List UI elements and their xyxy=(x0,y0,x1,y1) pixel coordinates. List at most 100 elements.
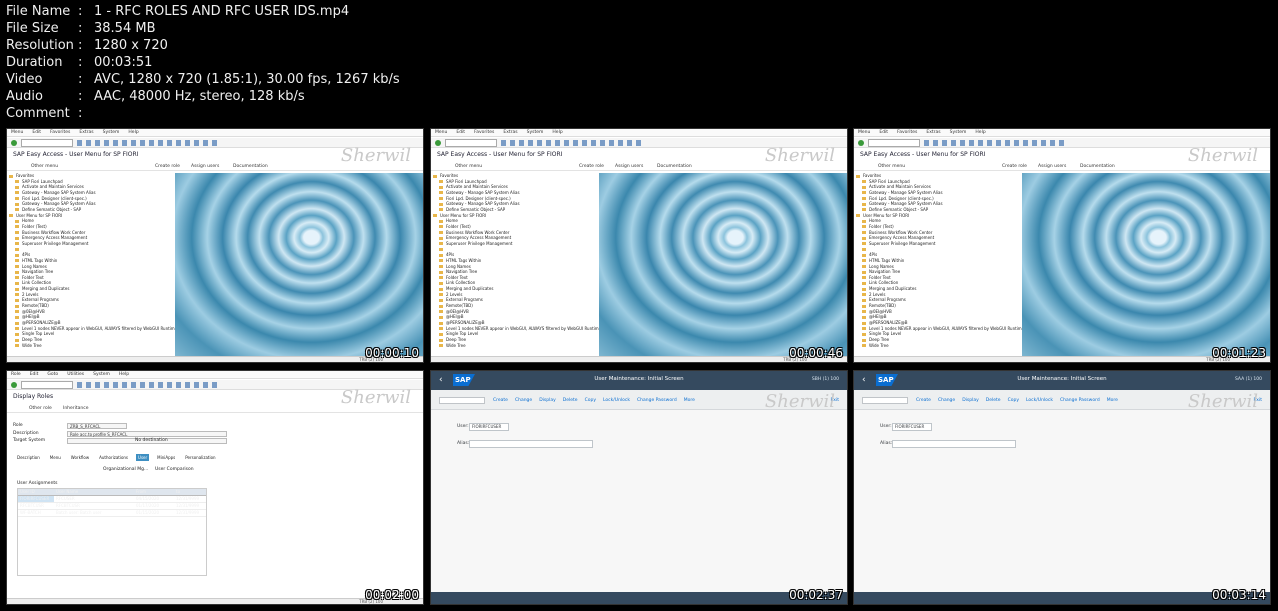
tree-node[interactable]: Wide Tree xyxy=(856,343,1022,349)
tab[interactable]: Menu xyxy=(48,454,63,461)
table-cell[interactable]: WF-BATCH xyxy=(18,510,54,516)
action-button[interactable]: Change Password xyxy=(637,398,677,403)
action-button[interactable]: More xyxy=(1107,398,1118,403)
action-button[interactable]: Copy xyxy=(1008,398,1019,403)
action-button[interactable]: Display xyxy=(539,398,556,403)
video-thumbnail[interactable]: ‹ SAP User Maintenance: Initial Screen SAA … xyxy=(853,370,1271,605)
menu-item[interactable]: Utilities xyxy=(67,372,84,377)
command-field[interactable] xyxy=(445,139,497,147)
action-button[interactable]: Create xyxy=(493,398,508,403)
app-action[interactable]: Other role xyxy=(29,406,52,411)
menu-item[interactable]: Role xyxy=(11,372,21,377)
command-field[interactable] xyxy=(21,139,73,147)
app-action[interactable]: Other menu xyxy=(31,164,58,169)
table-cell[interactable]: RFCBTCUSR xyxy=(18,503,54,509)
ok-icon[interactable] xyxy=(858,140,864,146)
table-cell[interactable]: RFCUSER xyxy=(54,496,134,502)
menu-item[interactable]: Favorites xyxy=(50,130,70,135)
variant-dropdown[interactable] xyxy=(439,397,485,404)
app-action[interactable]: Other menu xyxy=(455,164,482,169)
menu-item[interactable]: System xyxy=(93,372,110,377)
menu-item[interactable]: Favorites xyxy=(474,130,494,135)
field-value[interactable]: Role acc.to profile S_RFCACL xyxy=(67,431,227,437)
tab[interactable]: MiniApps xyxy=(155,454,177,461)
table-cell[interactable]: 01/17/2020 xyxy=(134,503,174,509)
menu-item[interactable]: Help xyxy=(552,130,562,135)
ok-icon[interactable] xyxy=(11,140,17,146)
alias-input[interactable] xyxy=(469,440,593,448)
app-action[interactable]: Documentation xyxy=(657,164,692,169)
video-thumbnail[interactable]: Menu Edit Favorites Extras System Help SAP Eas… xyxy=(853,128,1271,363)
action-button[interactable]: Delete xyxy=(986,398,1001,403)
table-cell[interactable]: Batch user: Batch user xyxy=(54,510,134,516)
action-button[interactable]: Change xyxy=(938,398,955,403)
table-cell[interactable]: 12/31/9999 xyxy=(174,496,204,502)
tab[interactable]: Description xyxy=(15,454,42,461)
menu-item[interactable]: Menu xyxy=(11,130,23,135)
tab[interactable]: Authorizations xyxy=(97,454,130,461)
menu-item[interactable]: Menu xyxy=(435,130,447,135)
menu-item[interactable]: Menu xyxy=(858,130,870,135)
menu-item[interactable]: Edit xyxy=(879,130,888,135)
app-action[interactable]: Documentation xyxy=(1080,164,1115,169)
table-row[interactable]: FIORIRFCUSER RFCUSER 04/15/2020 12/31/9999 xyxy=(18,496,206,503)
app-action[interactable]: Create role xyxy=(579,164,604,169)
ok-icon[interactable] xyxy=(435,140,441,146)
tab[interactable]: Personalization xyxy=(183,454,217,461)
menu-item[interactable]: Help xyxy=(119,372,129,377)
menu-item[interactable]: System xyxy=(527,130,544,135)
table-row[interactable]: RFCBTCUSR RFCBTCUSR 01/17/2020 12/31/9999 xyxy=(18,503,206,510)
video-thumbnail[interactable]: ‹ SAP User Maintenance: Initial Screen SBH … xyxy=(430,370,848,605)
command-field[interactable] xyxy=(868,139,920,147)
table-cell[interactable]: 04/15/2020 xyxy=(134,496,174,502)
video-thumbnail[interactable]: Role Edit Goto Utilities System Help Display R… xyxy=(6,370,424,605)
action-button[interactable]: Lock/Unlock xyxy=(1026,398,1053,403)
app-action[interactable]: Inheritance xyxy=(63,406,89,411)
action-button[interactable]: Copy xyxy=(585,398,596,403)
app-action[interactable]: Documentation xyxy=(233,164,268,169)
action-button[interactable]: Change Password xyxy=(1060,398,1100,403)
action-button[interactable]: Lock/Unlock xyxy=(603,398,630,403)
video-thumbnail[interactable]: Menu Edit Favorites Extras System Help SAP Eas… xyxy=(430,128,848,363)
tab[interactable]: User xyxy=(136,454,150,461)
command-field[interactable] xyxy=(21,381,73,389)
no-destination-checkbox[interactable]: No destination xyxy=(135,438,168,443)
menu-item[interactable]: Edit xyxy=(30,372,39,377)
toolbar-icons[interactable] xyxy=(501,140,641,146)
menu-item[interactable]: Extras xyxy=(503,130,517,135)
app-action[interactable]: Other menu xyxy=(878,164,905,169)
menu-item[interactable]: System xyxy=(950,130,967,135)
tree-node[interactable]: Wide Tree xyxy=(433,343,599,349)
table-cell[interactable]: 01/15/2020 xyxy=(134,510,174,516)
table-cell[interactable]: FIORIRFCUSER xyxy=(18,496,54,502)
action-button[interactable]: More xyxy=(684,398,695,403)
sub-button[interactable]: Organizational Mg... xyxy=(103,467,148,472)
app-action[interactable]: Create role xyxy=(155,164,180,169)
tab[interactable]: Workflow xyxy=(69,454,91,461)
menu-item[interactable]: Help xyxy=(975,130,985,135)
action-button[interactable]: Delete xyxy=(563,398,578,403)
app-action[interactable]: Assign users xyxy=(615,164,643,169)
table-cell[interactable]: 12/31/9999 xyxy=(174,510,204,516)
toolbar-icons[interactable] xyxy=(77,382,217,388)
menu-item[interactable]: Edit xyxy=(32,130,41,135)
ok-icon[interactable] xyxy=(11,382,17,388)
toolbar-icons[interactable] xyxy=(77,140,217,146)
menu-item[interactable]: Help xyxy=(128,130,138,135)
table-row[interactable]: WF-BATCH Batch user: Batch user 01/15/2020… xyxy=(18,510,206,517)
table-cell[interactable]: 12/31/9999 xyxy=(174,503,204,509)
app-action[interactable]: Assign users xyxy=(191,164,219,169)
menu-item[interactable]: Favorites xyxy=(897,130,917,135)
app-action[interactable]: Assign users xyxy=(1038,164,1066,169)
variant-dropdown[interactable] xyxy=(862,397,908,404)
action-button[interactable]: Display xyxy=(962,398,979,403)
toolbar-icons[interactable] xyxy=(924,140,1064,146)
menu-item[interactable]: Goto xyxy=(47,372,58,377)
sub-button[interactable]: User Comparison xyxy=(155,467,194,472)
tree-node[interactable]: Wide Tree xyxy=(9,343,175,349)
menu-item[interactable]: Extras xyxy=(926,130,940,135)
action-button[interactable]: Change xyxy=(515,398,532,403)
alias-input[interactable] xyxy=(892,440,1016,448)
video-thumbnail[interactable]: Menu Edit Favorites Extras System Help SAP Eas… xyxy=(6,128,424,363)
user-input[interactable]: FIORIRFCUSER xyxy=(892,423,932,431)
